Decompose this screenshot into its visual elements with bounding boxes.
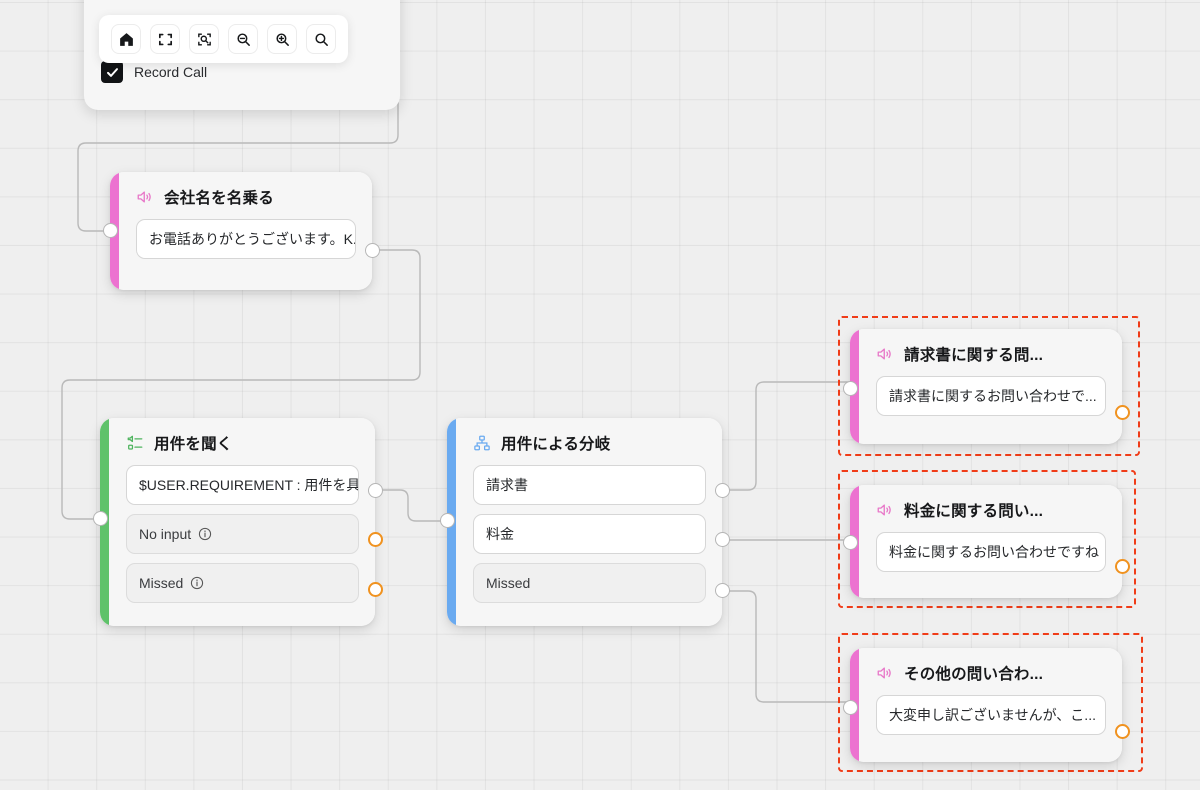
node-input-port[interactable] — [102, 223, 118, 238]
input-prompt-icon — [127, 435, 143, 450]
node-field[interactable]: 請求書 — [473, 465, 706, 505]
node-title: 請求書に関する問... — [904, 347, 1044, 364]
node-field-text: 請求書 — [486, 477, 528, 493]
fit-view-button[interactable] — [150, 24, 180, 54]
node-output-port-pricing[interactable] — [714, 532, 730, 547]
record-call-label: Record Call — [134, 64, 208, 80]
speaker-icon — [137, 191, 151, 203]
node-field[interactable]: $USER.REQUIREMENT : 用件を具体... — [126, 465, 359, 505]
flow-canvas[interactable]: Record Call 会社名を名乗る お電話ありがとうございます。K... 用… — [0, 0, 1200, 790]
node-field[interactable]: お電話ありがとうございます。K... — [136, 219, 356, 259]
edge-branch-invoice — [711, 381, 850, 491]
node-output-port-missed[interactable] — [714, 583, 730, 598]
node-field[interactable]: 料金 — [473, 514, 706, 554]
node-output-port-requirement[interactable] — [367, 483, 383, 498]
node-field-text: お電話ありがとうございます。K... — [149, 231, 356, 247]
record-call-checkbox[interactable] — [101, 61, 123, 83]
node-field-text: $USER.REQUIREMENT : 用件を具体... — [139, 477, 359, 493]
zoom-out-icon — [236, 32, 250, 46]
node-input-port[interactable] — [842, 535, 858, 550]
search-icon — [314, 32, 328, 46]
node-input-port[interactable] — [842, 381, 858, 396]
node-title: 用件を聞く — [154, 436, 233, 453]
node-field[interactable]: Missed — [126, 563, 359, 603]
zoom-to-selection-icon — [197, 32, 211, 46]
info-icon[interactable] — [198, 527, 212, 541]
node-field[interactable]: 大変申し訳ございませんが、こ... — [876, 695, 1106, 735]
node-output-port-no-input[interactable] — [367, 532, 383, 547]
info-icon[interactable] — [190, 576, 204, 590]
node-header: 料金に関する問い... — [876, 499, 1106, 521]
node-output-port[interactable] — [364, 243, 380, 258]
check-icon — [106, 67, 118, 77]
node-header: 用件を聞く — [126, 432, 359, 454]
node-field[interactable]: 請求書に関するお問い合わせで... — [876, 376, 1106, 416]
node-output-port[interactable] — [1114, 724, 1130, 739]
node-ask-requirement[interactable]: 用件を聞く $USER.REQUIREMENT : 用件を具体... No in… — [92, 418, 383, 626]
node-field-text: 大変申し訳ございませんが、こ... — [889, 707, 1096, 723]
node-field-text: Missed — [139, 575, 184, 591]
node-output-port[interactable] — [1114, 559, 1130, 574]
node-field-text: Missed — [486, 575, 531, 591]
speaker-icon — [877, 667, 891, 679]
edge-branch-other — [711, 590, 850, 703]
node-output-port-missed[interactable] — [367, 582, 383, 597]
node-input-port[interactable] — [439, 513, 455, 528]
node-field-text: 料金 — [486, 526, 514, 542]
node-title: 会社名を名乗る — [164, 190, 274, 207]
home-button[interactable] — [111, 24, 141, 54]
node-header: その他の問い合わ... — [876, 662, 1106, 684]
node-other-reply[interactable]: その他の問い合わ... 大変申し訳ございませんが、こ... — [842, 648, 1130, 762]
node-title: その他の問い合わ... — [904, 666, 1044, 683]
canvas-toolbar[interactable] — [99, 15, 348, 63]
speaker-icon — [877, 348, 891, 360]
node-header: 用件による分岐 — [473, 432, 706, 454]
node-invoice-reply[interactable]: 請求書に関する問... 請求書に関するお問い合わせで... — [842, 329, 1130, 444]
node-input-port[interactable] — [92, 511, 108, 526]
node-field[interactable]: 料金に関するお問い合わせですね — [876, 532, 1106, 572]
speaker-icon — [877, 504, 891, 516]
zoom-in-icon — [275, 32, 289, 46]
node-title: 用件による分岐 — [501, 436, 611, 453]
node-header: 会社名を名乗る — [136, 186, 356, 208]
record-call-row[interactable]: Record Call — [101, 61, 207, 83]
node-field-text: 料金に関するお問い合わせですね — [889, 544, 1099, 560]
node-title: 料金に関する問い... — [904, 503, 1044, 520]
home-icon — [119, 32, 133, 46]
zoom-out-button[interactable] — [228, 24, 258, 54]
node-field-text: No input — [139, 526, 192, 542]
node-field[interactable]: Missed — [473, 563, 706, 603]
search-button[interactable] — [306, 24, 336, 54]
node-branch-by-requirement[interactable]: 用件による分岐 請求書 料金 Missed — [439, 418, 730, 626]
node-input-port[interactable] — [842, 700, 858, 715]
node-output-port-invoice[interactable] — [714, 483, 730, 498]
node-output-port[interactable] — [1114, 405, 1130, 420]
zoom-in-button[interactable] — [267, 24, 297, 54]
zoom-to-selection-button[interactable] — [189, 24, 219, 54]
node-field[interactable]: No input — [126, 514, 359, 554]
node-field-text: 請求書に関するお問い合わせで... — [889, 388, 1097, 404]
fit-view-icon — [158, 33, 172, 45]
node-greeting[interactable]: 会社名を名乗る お電話ありがとうございます。K... — [102, 172, 380, 290]
branch-icon — [474, 435, 490, 451]
node-header: 請求書に関する問... — [876, 343, 1106, 365]
node-pricing-reply[interactable]: 料金に関する問い... 料金に関するお問い合わせですね — [842, 485, 1130, 598]
